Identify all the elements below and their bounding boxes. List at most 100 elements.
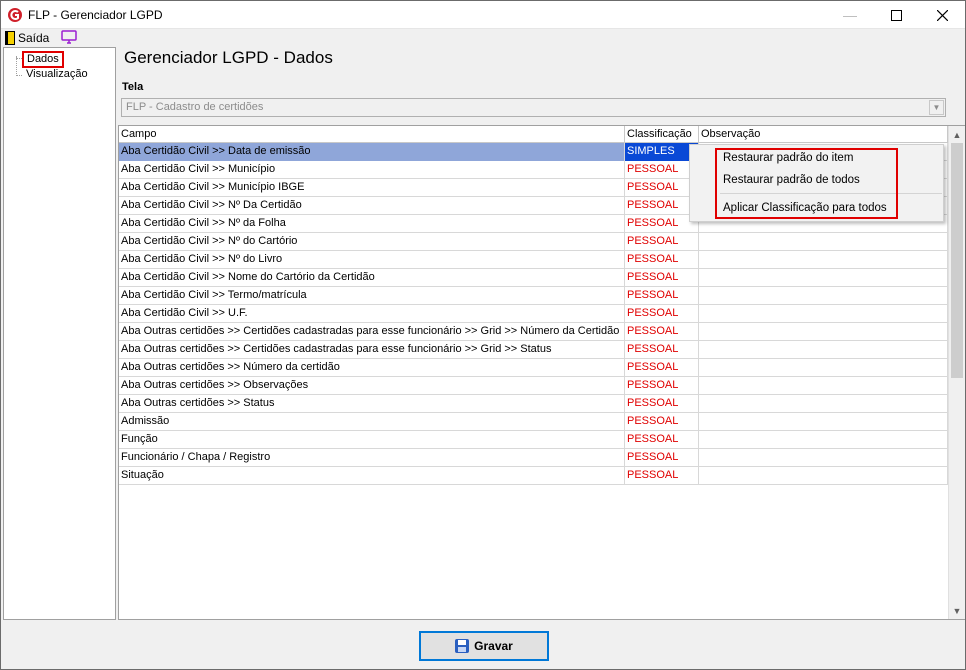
table-row[interactable]: Aba Certidão Civil >> Nº do Cartório PESS… [119,233,948,251]
cell-campo[interactable]: Aba Certidão Civil >> Nº da Folha [119,215,625,233]
save-button[interactable]: Gravar [419,631,549,661]
app-window: FLP - Gerenciador LGPD — Saída Dados Vis… [0,0,966,670]
cell-classificacao[interactable]: PESSOAL [625,431,699,449]
close-button[interactable] [919,1,965,29]
cell-classificacao[interactable]: PESSOAL [625,251,699,269]
cell-campo[interactable]: Aba Outras certidões >> Status [119,395,625,413]
table-row[interactable]: Aba Certidão Civil >> Nº do Livro PESSOAL [119,251,948,269]
table-row[interactable]: Admissão PESSOAL [119,413,948,431]
cell-campo[interactable]: Funcionário / Chapa / Registro [119,449,625,467]
title-bar: FLP - Gerenciador LGPD — [1,1,965,29]
table-row[interactable]: Aba Certidão Civil >> Termo/matrícula PES… [119,287,948,305]
tela-select-value: FLP - Cadastro de certidões [126,101,264,113]
table-row[interactable]: Situação PESSOAL [119,467,948,485]
table-row[interactable]: Funcionário / Chapa / Registro PESSOAL [119,449,948,467]
menu-bar: Saída [1,29,965,47]
minimize-button[interactable]: — [827,1,873,29]
cell-campo[interactable]: Aba Outras certidões >> Certidões cadast… [119,323,625,341]
scroll-down-icon[interactable]: ▼ [949,602,965,619]
tree-item-visualizacao[interactable]: Visualização [26,68,88,81]
cell-classificacao[interactable]: PESSOAL [625,395,699,413]
cell-campo[interactable]: Aba Certidão Civil >> Nº Da Certidão [119,197,625,215]
cell-classificacao[interactable]: PESSOAL [625,233,699,251]
column-header-observacao[interactable]: Observação [699,126,948,143]
tree-item-dados[interactable]: Dados [22,51,64,68]
maximize-button[interactable] [873,1,919,29]
cell-observacao[interactable] [699,413,948,431]
tela-select[interactable]: FLP - Cadastro de certidões ▼ [121,98,946,117]
cell-observacao[interactable] [699,251,948,269]
navigation-tree: Dados Visualização [3,47,116,620]
cell-observacao[interactable] [699,233,948,251]
table-row[interactable]: Função PESSOAL [119,431,948,449]
chevron-down-icon[interactable]: ▼ [929,100,944,115]
app-logo-icon [8,8,22,22]
cell-classificacao[interactable]: PESSOAL [625,449,699,467]
cell-classificacao[interactable]: PESSOAL [625,269,699,287]
cell-campo[interactable]: Aba Certidão Civil >> Nº do Cartório [119,233,625,251]
cell-classificacao[interactable]: PESSOAL [625,467,699,485]
table-row[interactable]: Aba Outras certidões >> Observações PESSO… [119,377,948,395]
cell-classificacao[interactable]: PESSOAL [625,161,699,179]
table-row[interactable]: Aba Outras certidões >> Certidões cadast… [119,341,948,359]
cell-observacao[interactable] [699,449,948,467]
cell-campo[interactable]: Situação [119,467,625,485]
cell-classificacao[interactable]: PESSOAL [625,323,699,341]
cell-campo[interactable]: Aba Certidão Civil >> Município [119,161,625,179]
maximize-icon [890,9,902,21]
table-row[interactable]: Aba Outras certidões >> Status PESSOAL [119,395,948,413]
cell-classificacao[interactable]: PESSOAL [625,341,699,359]
table-row[interactable]: Aba Certidão Civil >> U.F. PESSOAL [119,305,948,323]
cell-classificacao[interactable]: PESSOAL [625,305,699,323]
exit-door-icon [5,31,15,45]
table-row[interactable]: Aba Outras certidões >> Número da certid… [119,359,948,377]
cell-campo[interactable]: Aba Certidão Civil >> Data de emissão [119,143,625,161]
cell-campo[interactable]: Aba Certidão Civil >> Município IBGE [119,179,625,197]
save-button-label: Gravar [474,639,513,653]
cell-campo[interactable]: Aba Certidão Civil >> Nº do Livro [119,251,625,269]
cell-campo[interactable]: Aba Certidão Civil >> U.F. [119,305,625,323]
cell-campo[interactable]: Aba Outras certidões >> Observações [119,377,625,395]
cell-classificacao[interactable]: PESSOAL [625,287,699,305]
cell-classificacao[interactable]: PESSOAL [625,197,699,215]
tree-connector [16,56,17,76]
cell-observacao[interactable] [699,359,948,377]
cell-classificacao[interactable]: PESSOAL [625,179,699,197]
cell-observacao[interactable] [699,377,948,395]
scroll-thumb[interactable] [951,143,963,378]
cell-observacao[interactable] [699,269,948,287]
floppy-disk-icon [455,639,470,653]
cell-observacao[interactable] [699,395,948,413]
page-title: Gerenciador LGPD - Dados [124,48,333,67]
cell-campo[interactable]: Aba Outras certidões >> Número da certid… [119,359,625,377]
cell-observacao[interactable] [699,431,948,449]
cell-classificacao[interactable]: PESSOAL [625,413,699,431]
cell-campo[interactable]: Aba Outras certidões >> Certidões cadast… [119,341,625,359]
exit-menu[interactable]: Saída [5,29,49,47]
cell-observacao[interactable] [699,287,948,305]
cell-classificacao[interactable]: SIMPLES [625,143,699,161]
cell-classificacao[interactable]: PESSOAL [625,215,699,233]
cell-campo[interactable]: Função [119,431,625,449]
cell-classificacao[interactable]: PESSOAL [625,359,699,377]
exit-menu-label: Saída [18,31,50,45]
screen-icon[interactable] [61,30,77,44]
cell-campo[interactable]: Aba Certidão Civil >> Nome do Cartório d… [119,269,625,287]
vertical-scrollbar[interactable]: ▲ ▼ [948,126,965,619]
table-row[interactable]: Aba Outras certidões >> Certidões cadast… [119,323,948,341]
cell-observacao[interactable] [699,467,948,485]
context-menu: Restaurar padrão do item Restaurar padrã… [689,144,944,222]
column-header-campo[interactable]: Campo [119,126,625,143]
cell-campo[interactable]: Admissão [119,413,625,431]
cell-observacao[interactable] [699,341,948,359]
cell-classificacao[interactable]: PESSOAL [625,377,699,395]
column-header-classificacao[interactable]: Classificação [625,126,699,143]
tela-label: Tela [122,81,144,93]
cell-campo[interactable]: Aba Certidão Civil >> Termo/matrícula [119,287,625,305]
close-icon [936,9,948,21]
window-title: FLP - Gerenciador LGPD [28,8,163,22]
cell-observacao[interactable] [699,323,948,341]
table-row[interactable]: Aba Certidão Civil >> Nome do Cartório d… [119,269,948,287]
cell-observacao[interactable] [699,305,948,323]
scroll-up-icon[interactable]: ▲ [949,126,965,143]
